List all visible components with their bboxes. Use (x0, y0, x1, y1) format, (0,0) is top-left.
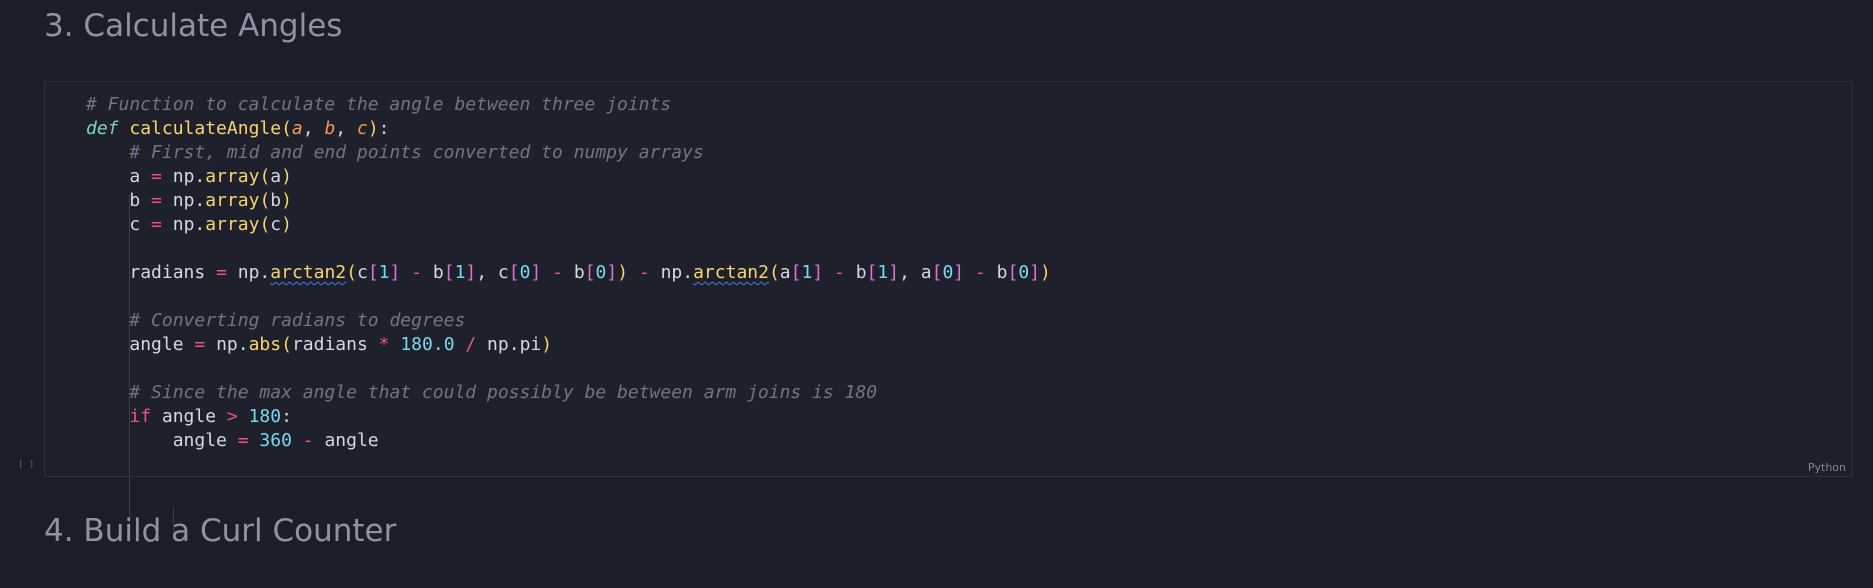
cell-language-label[interactable]: Python (1808, 461, 1846, 474)
execution-count[interactable]: [ ] (18, 460, 34, 470)
code-line: c = np.array(c) (129, 214, 292, 235)
code-line: a = np.array(a) (129, 166, 292, 187)
code-line: # Function to calculate the angle betwee… (86, 93, 1051, 117)
code-line: if angle > 180: (129, 406, 292, 427)
code-line: # First, mid and end points converted to… (86, 141, 1051, 165)
code-line: angle = np.abs(radians * 180.0 / np.pi) (129, 334, 553, 355)
comment: # Since the max angle that could possibl… (129, 382, 878, 403)
section-heading-curl-counter: 4. Build a Curl Counter (44, 513, 397, 549)
comment: # First, mid and end points converted to… (129, 142, 704, 163)
code-line: radians = np.arctan2(c[1] - b[1], c[0] -… (129, 262, 1051, 283)
code-line: # Since the max angle that could possibl… (86, 381, 1051, 405)
code-editor[interactable]: # Function to calculate the angle betwee… (86, 93, 1051, 453)
comment: # Function to calculate the angle betwee… (86, 94, 672, 115)
comment: # Converting radians to degrees (129, 310, 466, 331)
code-line: # Converting radians to degrees (86, 309, 1051, 333)
code-line: b = np.array(b) (129, 190, 292, 211)
notebook-page: 3. Calculate Angles [ ] # Function to ca… (0, 0, 1873, 588)
code-line: angle = 360 - angle (172, 430, 379, 451)
section-heading-calculate-angles: 3. Calculate Angles (44, 8, 343, 44)
code-cell[interactable]: # Function to calculate the angle betwee… (44, 81, 1853, 533)
code-line: def calculateAngle(a, b, c): (86, 118, 390, 139)
